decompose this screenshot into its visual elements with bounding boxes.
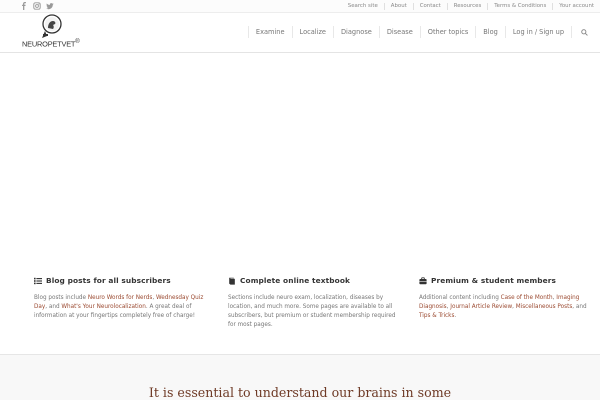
- banner-headline: It is essential to understand our brains…: [148, 385, 452, 400]
- feature-column-textbook: Complete online textbook Sections includ…: [228, 276, 398, 330]
- utility-link-resources[interactable]: Resources: [446, 3, 488, 10]
- inline-link[interactable]: Journal Article Review: [450, 304, 512, 310]
- nav-item-other-topics[interactable]: Other topics: [419, 26, 476, 38]
- utility-link-search-site[interactable]: Search site: [342, 3, 384, 10]
- feature-description: Additional content including Case of the…: [419, 294, 589, 321]
- feature-heading-blog: Blog posts for all subscribers: [34, 276, 204, 285]
- inline-link[interactable]: Miscellaneous Posts: [516, 304, 573, 310]
- bottom-banner: It is essential to understand our brains…: [0, 354, 600, 400]
- inline-link[interactable]: Neuro Words for Nerds: [88, 295, 152, 301]
- top-utility-bar: Search site About Contact Resources Term…: [0, 0, 600, 13]
- site-header: NEUROPETVET® Examine Localize Diagnose D…: [0, 13, 600, 53]
- site-logo[interactable]: NEUROPETVET®: [22, 14, 86, 52]
- registered-mark: ®: [75, 39, 80, 45]
- search-button[interactable]: [571, 26, 600, 38]
- description-text: Additional content including: [419, 295, 501, 301]
- description-text: .: [454, 313, 457, 319]
- nav-item-disease[interactable]: Disease: [378, 26, 420, 38]
- description-text: Blog posts include: [34, 295, 88, 301]
- utility-link-terms[interactable]: Terms & Conditions: [487, 3, 552, 10]
- search-icon: [581, 28, 588, 36]
- instagram-icon[interactable]: [33, 1, 41, 11]
- feature-title: Blog posts for all subscribers: [46, 276, 171, 285]
- feature-title: Premium & student members: [431, 276, 556, 285]
- hero-area: [0, 54, 600, 254]
- utility-nav: Search site About Contact Resources Term…: [342, 0, 600, 13]
- twitter-icon[interactable]: [46, 1, 54, 11]
- briefcase-icon: [419, 276, 427, 284]
- utility-link-about[interactable]: About: [383, 3, 413, 10]
- description-text: , and: [572, 304, 587, 310]
- description-text: , and: [45, 304, 62, 310]
- feature-heading-textbook: Complete online textbook: [228, 276, 398, 285]
- book-icon: [229, 277, 235, 285]
- inline-link[interactable]: What's Your Neurolocalization: [61, 304, 145, 310]
- feature-description: Sections include neuro exam, localizatio…: [228, 294, 398, 330]
- main-nav: Examine Localize Diagnose Disease Other …: [247, 13, 600, 51]
- nav-item-examine[interactable]: Examine: [247, 26, 292, 38]
- nav-item-localize[interactable]: Localize: [291, 26, 333, 38]
- inline-link[interactable]: Case of the Month: [501, 295, 553, 301]
- logo-wordmark: NEUROPETVET: [22, 39, 76, 49]
- nav-item-login[interactable]: Log in / Sign up: [504, 26, 571, 38]
- feature-column-premium: Premium & student members Additional con…: [419, 276, 589, 321]
- logo-mark-icon: [42, 14, 62, 38]
- logo-text: NEUROPETVET®: [22, 39, 80, 49]
- feature-heading-premium: Premium & student members: [419, 276, 589, 285]
- inline-link[interactable]: Tips & Tricks: [419, 313, 454, 319]
- nav-item-diagnose[interactable]: Diagnose: [332, 26, 379, 38]
- feature-description: Blog posts include Neuro Words for Nerds…: [34, 294, 204, 321]
- description-text: Sections include neuro exam, localizatio…: [228, 295, 396, 328]
- nav-item-blog[interactable]: Blog: [475, 26, 505, 38]
- list-icon: [34, 277, 42, 284]
- utility-link-contact[interactable]: Contact: [412, 3, 447, 10]
- facebook-icon[interactable]: [20, 1, 28, 11]
- utility-link-account[interactable]: Your account: [552, 3, 600, 10]
- feature-title: Complete online textbook: [240, 276, 351, 285]
- social-links: [20, 1, 54, 11]
- feature-column-blog: Blog posts for all subscribers Blog post…: [34, 276, 204, 321]
